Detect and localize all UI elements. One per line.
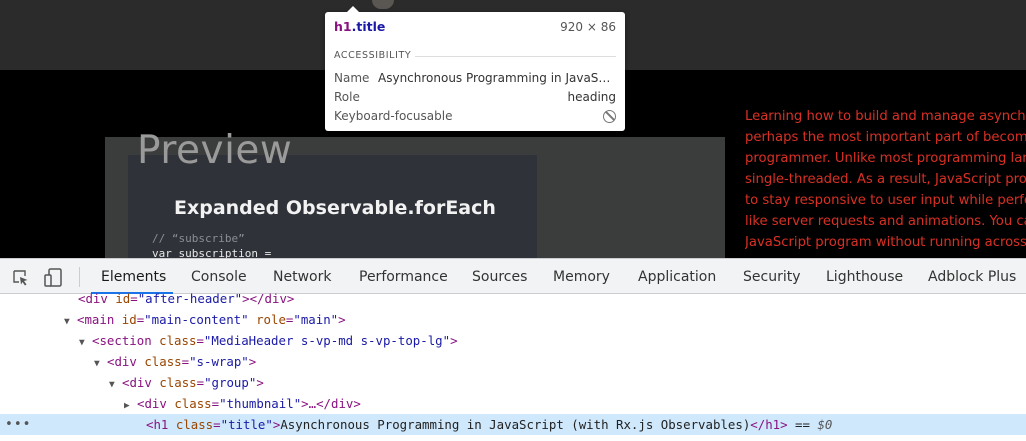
tag-open: <div	[107, 354, 145, 369]
tooltip-section-label: ACCESSIBILITY	[334, 50, 412, 61]
dom-node-selected[interactable]: ••• <h1 class="title">Asynchronous Progr…	[0, 414, 1026, 435]
attr-name: class	[159, 375, 197, 390]
devtools-panel: Elements Console Network Performance Sou…	[0, 258, 1026, 441]
dom-tree: <div id="after-header"></div> ▼ <main id=…	[0, 291, 1026, 441]
tooltip-size: 920 × 86	[560, 20, 616, 34]
expand-triangle-icon[interactable]: ▼	[64, 311, 77, 332]
preview-label: Preview	[137, 128, 293, 173]
tag-open: <h1	[146, 417, 176, 432]
attr-value: "after-header"	[137, 291, 243, 306]
attr-name: class	[174, 396, 212, 411]
slide-code: var subscription =	[152, 247, 272, 258]
tag-open: <main	[77, 312, 122, 327]
collapse-triangle-icon[interactable]: ▶	[124, 395, 137, 416]
tooltip-value: heading	[567, 90, 616, 104]
tooltip-key: Role	[334, 90, 360, 104]
tab-application[interactable]: Application	[638, 269, 716, 285]
course-description: Learning how to build and manage asynchr…	[745, 106, 1026, 253]
description-line: like server requests and animations. You…	[745, 214, 1026, 229]
tooltip-row-role: Role heading	[334, 90, 616, 107]
tag-open: <div	[122, 375, 160, 390]
attr-value: "main"	[293, 312, 339, 327]
tab-lighthouse[interactable]: Lighthouse	[826, 269, 903, 285]
expand-triangle-icon[interactable]: ▼	[109, 374, 122, 395]
description-line: programmer. Unlike most programming lang…	[745, 151, 1026, 166]
toolbar-divider	[79, 267, 80, 287]
attr-name: id	[115, 291, 131, 306]
tab-performance[interactable]: Performance	[359, 269, 448, 285]
tag-close: >	[248, 354, 257, 369]
expand-triangle-icon[interactable]: ▼	[79, 332, 92, 353]
dom-node[interactable]: ▶ <div class="thumbnail">…</div>	[0, 393, 1026, 414]
slide-heading: Expanded Observable.forEach	[174, 197, 496, 219]
tag-close: >	[338, 312, 346, 327]
description-line: to stay responsive to user input while p…	[745, 193, 1026, 208]
tag-open: <section	[92, 333, 160, 348]
device-toolbar-icon[interactable]	[44, 268, 64, 287]
more-options-icon[interactable]: •••	[5, 414, 31, 435]
tooltip-divider	[415, 56, 616, 57]
tooltip-value: Asynchronous Programming in JavaScript (…	[378, 71, 616, 85]
attr-value: "title"	[220, 417, 273, 432]
tag-open: <div	[137, 396, 175, 411]
console-ref: $0	[817, 417, 833, 432]
tag-close: >	[450, 333, 458, 348]
expand-triangle-icon[interactable]: ▼	[94, 353, 107, 374]
description-line: perhaps the most important part of becom…	[745, 130, 1026, 145]
description-line: Learning how to build and manage asynchr…	[745, 109, 1026, 124]
not-allowed-icon	[603, 110, 616, 123]
dom-node[interactable]: ▼ <section class="MediaHeader s-vp-md s-v…	[0, 330, 1026, 351]
tab-adblock-plus[interactable]: Adblock Plus	[928, 269, 1016, 285]
attr-name: class	[159, 333, 197, 348]
description-line: single-threaded. As a result, JavaScript…	[745, 172, 1026, 187]
tooltip-class: .title	[351, 19, 386, 34]
attr-value: "MediaHeader s-vp-md s-vp-top-lg"	[203, 333, 451, 348]
tab-security[interactable]: Security	[743, 269, 801, 285]
tab-memory[interactable]: Memory	[553, 269, 610, 285]
tab-elements[interactable]: Elements	[101, 269, 166, 285]
tooltip-key: Name	[334, 71, 370, 85]
tooltip-row-focusable: Keyboard-focusable	[334, 109, 616, 126]
tooltip-key: Keyboard-focusable	[334, 109, 453, 123]
avatar	[372, 0, 394, 9]
attr-value: "thumbnail"	[219, 396, 302, 411]
slide-code-comment: // “subscribe”	[152, 232, 245, 245]
attr-name: class	[175, 417, 214, 432]
tag-open: <div	[78, 291, 116, 306]
attr-name: role	[256, 312, 286, 327]
tab-network[interactable]: Network	[273, 269, 331, 285]
tooltip-tag: h1	[334, 19, 352, 34]
page-viewport: Preview Expanded Observable.forEach // “…	[0, 0, 1026, 258]
tooltip-element-name: h1.title	[334, 19, 385, 34]
attr-value: "main-content"	[144, 312, 249, 327]
inspect-tooltip: h1.title 920 × 86 ACCESSIBILITY Name Asy…	[325, 6, 625, 131]
console-ref-equals: ==	[787, 417, 818, 432]
tab-console[interactable]: Console	[191, 269, 247, 285]
attr-value: "s-wrap"	[189, 354, 249, 369]
tag-close: </h1>	[750, 417, 788, 432]
dom-node[interactable]: ▼ <div class="group">	[0, 372, 1026, 393]
tooltip-row-name: Name Asynchronous Programming in JavaScr…	[334, 71, 616, 88]
tag-close: ></div>	[242, 291, 295, 306]
attr-name: id	[121, 312, 137, 327]
dom-node[interactable]: <div id="after-header"></div>	[0, 288, 1026, 309]
node-text: Asynchronous Programming in JavaScript (…	[280, 417, 751, 432]
inspect-element-icon[interactable]	[12, 269, 29, 286]
description-line: JavaScript program without running acros…	[745, 235, 1026, 250]
attr-name: class	[144, 354, 182, 369]
tag-close: >	[256, 375, 264, 390]
dom-node[interactable]: ▼ <div class="s-wrap">	[0, 351, 1026, 372]
dom-node[interactable]: ▼ <main id="main-content" role="main">	[0, 309, 1026, 330]
attr-value: "group"	[204, 375, 257, 390]
tab-sources[interactable]: Sources	[472, 269, 527, 285]
tag-close: >…</div>	[301, 396, 361, 411]
